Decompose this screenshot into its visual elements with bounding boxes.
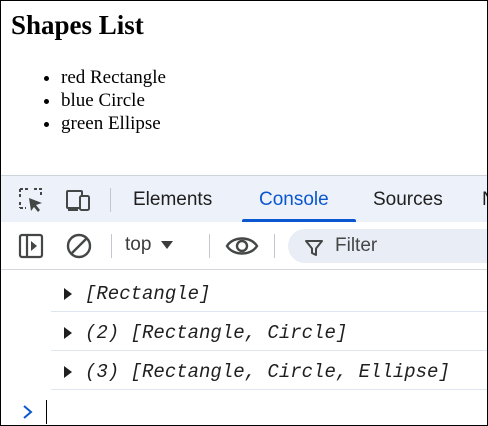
list-item: red Rectangle — [61, 66, 166, 89]
expand-triangle-icon[interactable] — [64, 366, 72, 378]
filter-placeholder: Filter — [335, 235, 378, 256]
inspect-element-icon[interactable] — [17, 186, 45, 214]
console-message-text: (3) [Rectangle, Circle, Ellipse] — [85, 361, 450, 383]
page-content: Shapes List red Rectangle blue Circle gr… — [1, 1, 487, 175]
clear-console-icon[interactable] — [65, 232, 93, 260]
console-output: [Rectangle] (2) [Rectangle, Circle] (3) … — [1, 270, 487, 425]
tab-console[interactable]: Console — [259, 176, 329, 223]
devtools-tab-bar: Elements Console Sources N — [1, 175, 487, 222]
list-item: green Ellipse — [61, 112, 166, 135]
device-toolbar-icon[interactable] — [64, 186, 92, 214]
tab-elements[interactable]: Elements — [133, 176, 212, 223]
prompt-chevron-icon — [21, 404, 35, 420]
sidebar-toggle-icon[interactable] — [17, 232, 45, 260]
text-cursor — [46, 400, 47, 424]
console-prompt[interactable] — [1, 394, 487, 424]
live-expression-eye-icon[interactable] — [225, 232, 259, 260]
tab-network[interactable]: N — [482, 176, 487, 223]
console-message-text: (2) [Rectangle, Circle] — [85, 322, 348, 344]
filter-input[interactable]: Filter — [288, 229, 487, 263]
console-message[interactable]: [Rectangle] — [51, 273, 487, 312]
expand-triangle-icon[interactable] — [64, 288, 72, 300]
expand-triangle-icon[interactable] — [64, 327, 72, 339]
toolbar-divider — [274, 234, 275, 258]
console-toolbar: top Filter — [1, 222, 487, 270]
console-message[interactable]: (3) [Rectangle, Circle, Ellipse] — [51, 351, 487, 390]
toolbar-divider — [111, 234, 112, 258]
console-message-text: [Rectangle] — [85, 283, 211, 305]
shape-list: red Rectangle blue Circle green Ellipse — [23, 66, 166, 135]
tab-sources[interactable]: Sources — [373, 176, 443, 223]
filter-icon — [304, 236, 324, 256]
page-title: Shapes List — [11, 10, 144, 40]
list-item: blue Circle — [61, 89, 166, 112]
browser-frame: Shapes List red Rectangle blue Circle gr… — [0, 0, 488, 426]
toolbar-divider — [209, 234, 210, 258]
chevron-down-icon — [161, 241, 174, 249]
context-selector-label: top — [125, 234, 152, 255]
console-message[interactable]: (2) [Rectangle, Circle] — [51, 312, 487, 351]
toolbar-divider — [110, 188, 111, 212]
context-selector[interactable]: top — [125, 228, 174, 262]
